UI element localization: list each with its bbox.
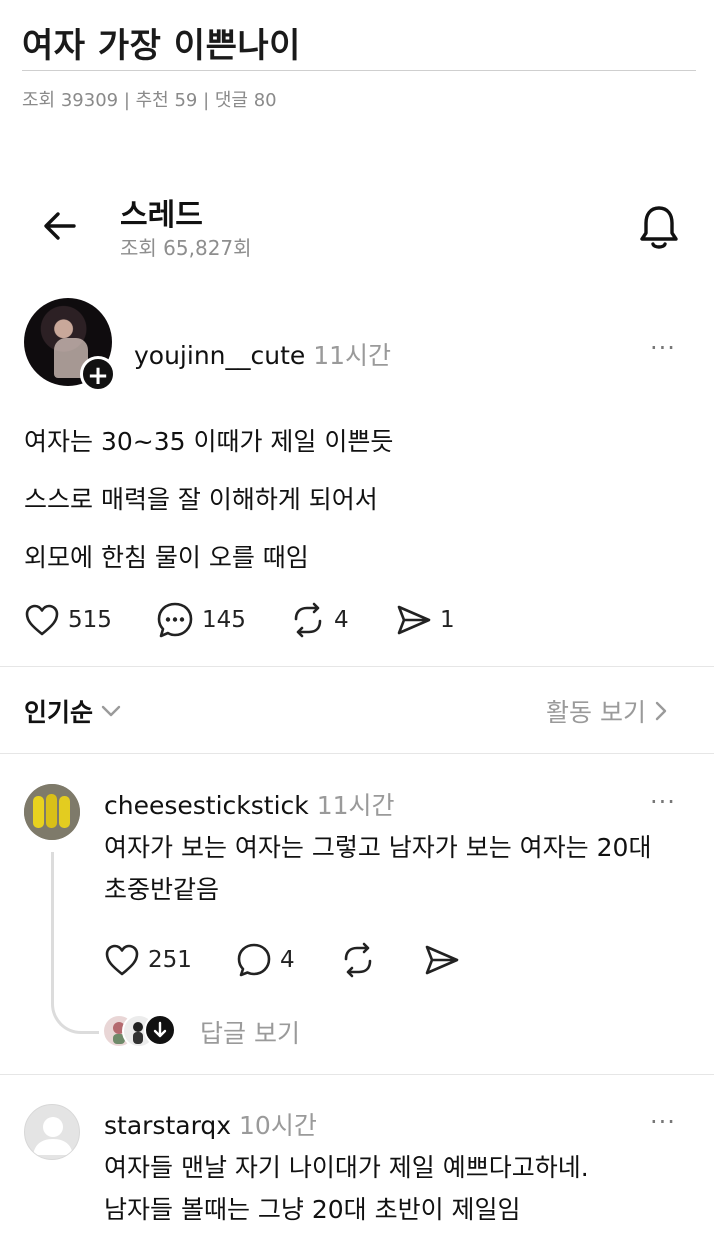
default-avatar-icon <box>33 1117 73 1155</box>
heart-icon <box>105 944 139 976</box>
title-divider <box>22 70 696 71</box>
like-count: 515 <box>68 607 112 633</box>
expand-replies-button[interactable] <box>144 1014 176 1046</box>
heart-icon <box>25 604 59 636</box>
repost-count: 4 <box>334 607 349 633</box>
post-title: 여자 가장 이쁜나이 <box>22 26 301 66</box>
header-views: 조회 65,827회 <box>120 236 252 260</box>
post-text-line: 여자는 30~35 이때가 제일 이쁜듯 <box>24 427 394 456</box>
post-time: 11시간 <box>313 341 392 370</box>
comment-author[interactable]: starstarqx 10시간 <box>104 1106 317 1142</box>
share-button[interactable] <box>424 940 460 980</box>
comment-text-line: 남자들 볼때는 그냥 20대 초반이 제일임 <box>104 1195 521 1224</box>
post-meta: 조회 39309 | 추천 59 | 댓글 80 <box>22 90 277 111</box>
header-title: 스레드 <box>120 198 203 233</box>
sort-dropdown[interactable]: 인기순 <box>24 693 123 729</box>
post-author[interactable]: youjinn__cute 11시간 <box>134 336 391 372</box>
comment-avatar[interactable] <box>24 784 80 840</box>
send-icon <box>425 945 459 975</box>
repost-button[interactable] <box>340 940 376 980</box>
username[interactable]: cheesestickstick <box>104 791 309 820</box>
bell-icon <box>640 206 678 249</box>
chevron-right-icon <box>655 701 667 721</box>
share-button[interactable]: 1 <box>396 600 455 640</box>
like-count: 251 <box>148 947 192 973</box>
comment-count: 145 <box>202 607 246 633</box>
notification-button[interactable] <box>634 200 684 254</box>
view-replies-link[interactable]: 답글 보기 <box>200 1014 300 1050</box>
divider <box>0 1074 714 1075</box>
username[interactable]: starstarqx <box>104 1111 231 1140</box>
divider <box>0 666 714 667</box>
send-icon <box>397 605 431 635</box>
thread-line <box>51 852 99 1034</box>
activity-link[interactable]: 활동 보기 <box>546 693 670 729</box>
like-button[interactable]: 515 <box>24 600 112 640</box>
more-options-icon[interactable]: ··· <box>650 1108 676 1136</box>
repost-button[interactable]: 4 <box>290 600 349 640</box>
comment-text-line: 여자들 맨날 자기 나이대가 제일 예쁘다고하네. <box>104 1153 589 1182</box>
activity-label: 활동 보기 <box>546 698 646 727</box>
post-text-line: 스스로 매력을 잘 이해하게 되어서 <box>24 485 378 514</box>
repost-icon <box>294 602 322 638</box>
comment-text-line: 여자가 보는 여자는 그렇고 남자가 보는 여자는 20대 <box>104 833 652 862</box>
sort-label: 인기순 <box>24 698 94 727</box>
corn-image <box>24 784 80 840</box>
like-button[interactable]: 251 <box>104 940 192 980</box>
username[interactable]: youjinn__cute <box>134 341 305 370</box>
more-options-icon[interactable]: ··· <box>650 334 676 362</box>
comment-time: 10시간 <box>239 1111 317 1140</box>
divider <box>0 753 714 754</box>
chevron-down-icon <box>101 705 121 717</box>
comment-text-line: 초중반같음 <box>104 875 220 904</box>
share-count: 1 <box>440 607 455 633</box>
back-arrow-icon <box>44 212 76 240</box>
reply-button[interactable]: 4 <box>236 940 295 980</box>
reply-count: 4 <box>280 947 295 973</box>
back-button[interactable] <box>38 204 82 248</box>
comment-bubble-icon <box>157 602 193 638</box>
arrow-down-icon <box>153 1021 167 1038</box>
follow-plus-icon[interactable]: + <box>80 356 116 392</box>
comment-button[interactable]: 145 <box>156 600 246 640</box>
repost-icon <box>344 942 372 978</box>
more-options-icon[interactable]: ··· <box>650 788 676 816</box>
comment-bubble-icon <box>237 943 271 977</box>
comment-author[interactable]: cheesestickstick 11시간 <box>104 786 395 822</box>
comment-time: 11시간 <box>316 791 395 820</box>
comment-avatar[interactable] <box>24 1104 80 1160</box>
post-text-line: 외모에 한침 물이 오를 때임 <box>24 543 309 572</box>
